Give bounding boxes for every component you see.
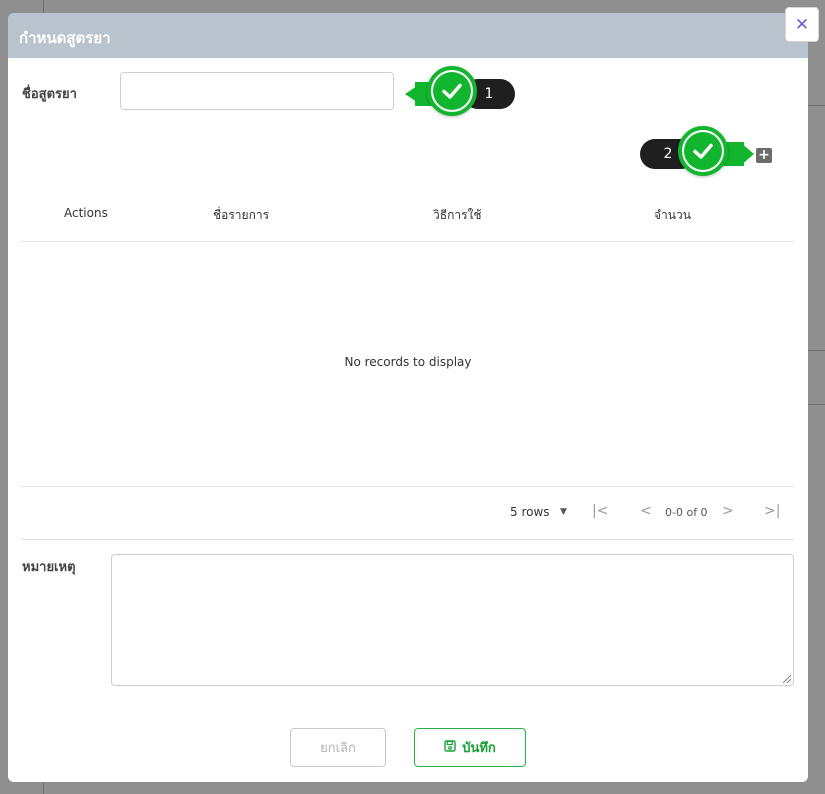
formula-name-input[interactable]: [120, 72, 394, 110]
page-range-label: 0-0 of 0: [665, 506, 708, 519]
background-divider: [808, 105, 825, 106]
next-page-button[interactable]: >: [722, 503, 734, 519]
callout-1: 1: [405, 66, 517, 116]
formula-modal: กำหนดสูตรยา ชื่อสูตรยา 1 2 + Actions ชื่…: [8, 13, 808, 782]
note-textarea[interactable]: [111, 554, 794, 686]
table-footer-divider: [21, 486, 794, 487]
callout-2: 2: [640, 126, 754, 176]
column-header-usage: วิธีการใช้: [433, 208, 482, 222]
column-header-item-name: ชื่อรายการ: [213, 208, 270, 222]
plus-square-icon[interactable]: +: [756, 148, 772, 163]
last-page-button[interactable]: >|: [764, 503, 780, 519]
check-icon: [427, 66, 477, 116]
resize-handle-icon[interactable]: [783, 675, 791, 683]
cancel-button-label: ยกเลิก: [320, 741, 356, 756]
rows-per-page-select[interactable]: 5 rows: [510, 505, 550, 519]
close-icon[interactable]: ✕: [785, 7, 819, 42]
modal-title: กำหนดสูตรยา: [8, 13, 808, 58]
callout-pointer: [740, 142, 754, 166]
table-header-divider: [21, 241, 794, 242]
note-label: หมายเหตุ: [22, 560, 76, 575]
first-page-button[interactable]: |<: [592, 503, 608, 519]
previous-page-button[interactable]: <: [640, 503, 652, 519]
column-header-actions: Actions: [64, 206, 108, 220]
chevron-down-icon[interactable]: ▼: [560, 507, 567, 517]
column-header-quantity: จำนวน: [654, 208, 691, 222]
save-button-label: บันทึก: [462, 741, 496, 756]
empty-table-message: No records to display: [344, 355, 472, 369]
cancel-button[interactable]: ยกเลิก: [290, 728, 386, 767]
background-divider: [808, 404, 825, 405]
check-icon: [678, 126, 728, 176]
section-divider: [21, 539, 794, 540]
background-divider: [808, 350, 825, 351]
floppy-disk-icon: [444, 739, 456, 756]
save-button[interactable]: บันทึก: [414, 728, 526, 767]
name-label: ชื่อสูตรยา: [22, 87, 77, 102]
